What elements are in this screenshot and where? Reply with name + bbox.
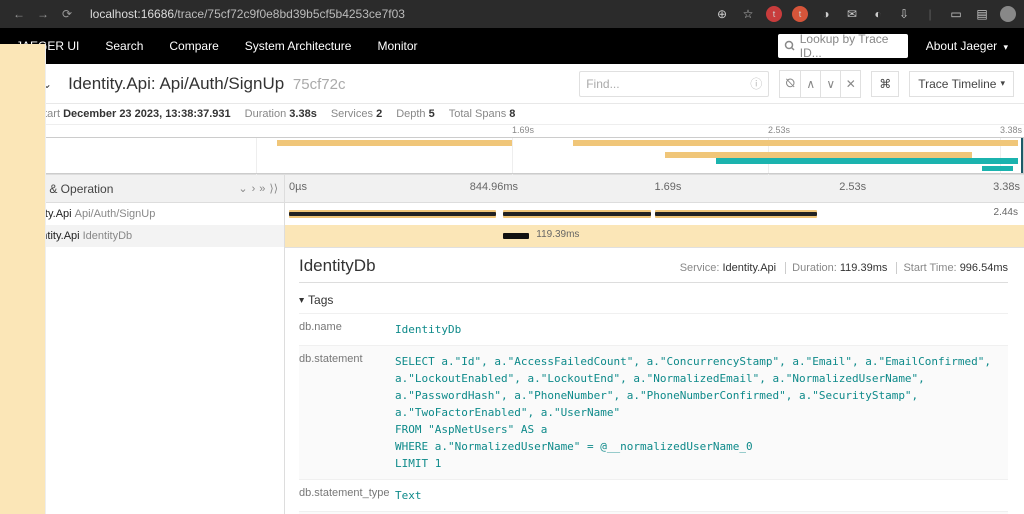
devices-icon[interactable]: ▭ <box>948 6 964 22</box>
panel-icon[interactable]: ▤ <box>974 6 990 22</box>
keyboard-shortcut-button[interactable]: ⌘ <box>871 71 899 97</box>
apps-icon[interactable]: ◑ <box>818 6 834 22</box>
chevron-down-icon: ▾ <box>1003 42 1008 52</box>
lookup-trace-input[interactable]: Lookup by Trace ID... <box>778 34 908 58</box>
chevron-down-icon: ▾ <box>1000 78 1005 89</box>
find-cancel-button[interactable]: ✕ <box>840 71 860 97</box>
tick: 2.53s <box>768 125 790 135</box>
url-host: localhost:16686 <box>90 7 174 21</box>
span-bar[interactable] <box>503 233 529 239</box>
clear-icon[interactable]: ⓘ <box>750 75 762 92</box>
expand-one-button[interactable]: › <box>252 183 256 195</box>
browser-toolbar: ← → ⟳ localhost:16686/trace/75cf72c9f0e8… <box>0 0 1024 28</box>
timeline-row-selected[interactable]: 119.39ms <box>285 225 1024 247</box>
about-jaeger-menu[interactable]: About Jaeger ▾ <box>926 39 1008 53</box>
find-down-button[interactable]: ∨ <box>820 71 840 97</box>
nav-monitor[interactable]: Monitor <box>377 39 417 53</box>
tag-row[interactable]: db.name IdentityDb <box>299 313 1008 345</box>
span-timeline: 2.44s 119.39ms IdentityDb Service: Ident… <box>285 203 1024 514</box>
ruler-tick: 844.96ms <box>470 181 518 193</box>
minimap-span <box>277 140 512 146</box>
nav-architecture[interactable]: System Architecture <box>245 39 352 53</box>
jaeger-nav: JAEGER UI Search Compare System Architec… <box>0 28 1024 64</box>
minimap-span <box>573 140 716 146</box>
extension-icon[interactable]: t <box>766 6 782 22</box>
columns-header: Service & Operation ⌄ › » ⟩⟩ 0µs 844.96m… <box>0 175 1024 203</box>
gamepad-icon[interactable]: ◐ <box>870 6 886 22</box>
nav-search[interactable]: Search <box>105 39 143 53</box>
collapse-one-button[interactable]: » <box>259 183 265 195</box>
extension-icon[interactable]: t <box>792 6 808 22</box>
trace-title: Identity.Api: Api/Auth/SignUp 75cf72c <box>68 74 345 94</box>
ruler-tick: 3.38s <box>993 181 1020 193</box>
find-up-button[interactable]: ∧ <box>800 71 820 97</box>
tags-accordion-header[interactable]: ▸ Tags <box>299 289 1008 313</box>
expand-all-button[interactable]: ⟩⟩ <box>269 182 278 195</box>
span-tree: ⌄ Identity.Api Api/Auth/SignUp Identity.… <box>0 203 285 514</box>
minimap-span <box>982 166 1013 171</box>
tag-row[interactable]: db.statement SELECT a."Id", a."AccessFai… <box>299 345 1008 479</box>
tick: 1.69s <box>512 125 534 135</box>
download-icon[interactable]: ⇩ <box>896 6 912 22</box>
trace-meta: Trace Start December 23 2023, 13:38:37.9… <box>0 104 1024 125</box>
address-bar[interactable]: localhost:16686/trace/75cf72c9f0e8bd39b5… <box>90 7 405 21</box>
view-switch[interactable]: Trace Timeline ▾ <box>909 71 1014 97</box>
detail-title: IdentityDb <box>299 256 376 276</box>
span-detail-panel: IdentityDb Service: Identity.Api Duratio… <box>285 247 1024 514</box>
tick: 3.38s <box>1000 125 1022 135</box>
find-clear-button[interactable]: ⦰ <box>780 71 800 97</box>
timeline-row[interactable]: 2.44s <box>285 203 1024 225</box>
minimap-span <box>716 140 1017 146</box>
caret-down-icon: ▸ <box>296 297 307 302</box>
mail-icon[interactable]: ✉ <box>844 6 860 22</box>
lookup-placeholder: Lookup by Trace ID... <box>800 32 902 60</box>
search-icon <box>784 40 796 52</box>
detail-service: Identity.Api <box>723 262 777 274</box>
bookmark-icon[interactable]: ☆ <box>740 6 756 22</box>
nav-compare[interactable]: Compare <box>169 39 218 53</box>
forward-icon[interactable]: → <box>32 3 54 25</box>
span-duration: 2.44s <box>994 207 1018 218</box>
find-input[interactable]: Find... ⓘ <box>579 71 769 97</box>
trace-header: ← ⌄ Identity.Api: Api/Auth/SignUp 75cf72… <box>0 64 1024 104</box>
ruler-tick: 1.69s <box>655 181 682 193</box>
tag-row[interactable]: db.statement_type Text <box>299 479 1008 511</box>
span-duration: 119.39ms <box>536 229 579 240</box>
divider: | <box>922 6 938 22</box>
detail-start: 996.54ms <box>960 262 1008 274</box>
collapse-all-button[interactable]: ⌄ <box>238 182 247 195</box>
ruler-tick: 0µs <box>289 181 307 193</box>
minimap-span <box>716 158 1017 164</box>
detail-duration: 119.39ms <box>840 262 888 274</box>
find-nav-controls: ⦰ ∧ ∨ ✕ <box>779 70 861 98</box>
back-icon[interactable]: ← <box>8 3 30 25</box>
profile-avatar[interactable] <box>1000 6 1016 22</box>
ruler-tick: 2.53s <box>839 181 866 193</box>
trace-minimap[interactable]: 0µs 1.69s 2.53s 3.38s <box>0 125 1024 175</box>
minimap-canvas[interactable] <box>0 137 1024 174</box>
reload-icon[interactable]: ⟳ <box>56 3 78 25</box>
url-path: /trace/75cf72c9f0e8bd39b5cf5b4253ce7f03 <box>174 7 405 21</box>
share-icon[interactable]: ⊕ <box>714 6 730 22</box>
